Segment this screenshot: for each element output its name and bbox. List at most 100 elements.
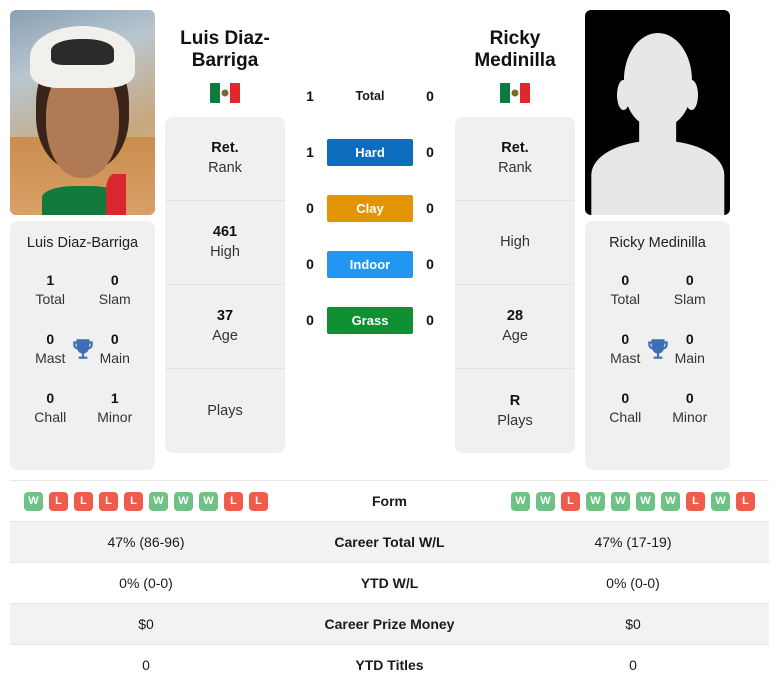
right-age-value: 28: [506, 308, 524, 325]
left-player-name-line2: Barriga: [191, 50, 259, 72]
surface-right-score-total: 0: [426, 88, 434, 104]
right-form-badge-win[interactable]: W: [711, 491, 730, 511]
right-form-badge-loss[interactable]: L: [736, 491, 755, 511]
left-stat-cell: $0: [138, 616, 154, 632]
left-form-badge-loss[interactable]: L: [124, 491, 143, 511]
left-player-titles-card: Luis Diaz-Barriga 1 Total 0 Slam 0 Mast …: [10, 221, 155, 470]
left-form-badge-loss[interactable]: L: [249, 491, 268, 511]
left-titles-slam: 0 Slam: [83, 271, 148, 308]
flag-emblem: [221, 89, 229, 97]
trophy-icon: [645, 336, 671, 362]
left-form-badge-loss[interactable]: L: [99, 491, 118, 511]
left-form-badge-win[interactable]: W: [149, 491, 168, 511]
right-titles-slam-label: Slam: [673, 290, 706, 307]
right-form-badge-win[interactable]: W: [661, 491, 680, 511]
left-high-label: High: [210, 244, 240, 261]
left-titles-total: 1 Total: [18, 271, 83, 308]
table-row: W L L L L W W W L L Form W W L W W W W L W L: [10, 480, 769, 522]
left-player-card-name: Luis Diaz-Barriga: [26, 235, 139, 251]
right-player-photo[interactable]: [585, 10, 730, 215]
surface-row-indoor: 0 Indoor 0: [285, 236, 455, 292]
right-plays-row: R Plays: [455, 369, 575, 453]
left-form-badge-loss[interactable]: L: [74, 491, 93, 511]
right-titles-chall-value: 0: [621, 390, 630, 407]
surface-badge-indoor[interactable]: Indoor: [327, 250, 413, 278]
left-plays-label: Plays: [207, 402, 243, 419]
mexico-flag-icon: [500, 82, 530, 103]
left-titles-minor-value: 1: [110, 390, 119, 407]
left-player-photo[interactable]: [10, 10, 155, 215]
surface-left-score-total: 1: [306, 88, 314, 104]
surface-left-score-grass: 0: [306, 312, 314, 328]
surface-right-score-hard: 0: [426, 144, 434, 160]
left-titles-total-label: Total: [35, 290, 66, 307]
left-stat-cell: 0: [142, 657, 150, 674]
left-form-badge-win[interactable]: W: [174, 491, 193, 511]
right-titles-chall: 0 Chall: [593, 389, 658, 426]
right-high-label: High: [500, 234, 530, 251]
left-form-badge-win[interactable]: W: [24, 491, 43, 511]
left-player-info-column: Luis Diaz- Barriga Ret. Rank 461 High 37…: [165, 10, 285, 453]
left-form-strip: WLLLLWWWLL: [16, 491, 276, 511]
left-titles-chall-value: 0: [46, 390, 55, 407]
left-titles-chall: 0 Chall: [18, 389, 83, 426]
left-high-row: 461 High: [165, 201, 285, 285]
right-player-card-name: Ricky Medinilla: [609, 235, 706, 251]
right-titles-chall-label: Chall: [609, 409, 642, 426]
flag-emblem: [511, 89, 519, 97]
table-row: 47% (86-96) Career Total W/L 47% (17-19): [10, 521, 769, 563]
right-titles-total-label: Total: [610, 290, 641, 307]
right-rank-row: Ret. Rank: [455, 117, 575, 201]
mexico-flag-icon: [210, 82, 240, 103]
stats-table-body: W L L L L W W W L L Form W W L W W W W L W L 47% (86-96) Caree…: [10, 480, 769, 686]
right-player-name: Ricky Medinilla: [455, 10, 575, 73]
left-rank-value: Ret.: [211, 140, 239, 157]
surface-row-hard: 1 Hard 0: [285, 124, 455, 180]
right-titles-minor: 0 Minor: [658, 389, 723, 426]
surface-badge-clay[interactable]: Clay: [327, 194, 413, 222]
stat-label-cell: Career Total W/L: [334, 534, 445, 550]
left-plays-row: Plays: [165, 369, 285, 453]
left-form-badge-loss[interactable]: L: [224, 491, 243, 511]
right-titles-total-value: 0: [621, 272, 630, 288]
surface-badge-hard[interactable]: Hard: [327, 138, 413, 166]
surface-badge-total[interactable]: Total: [327, 83, 413, 109]
right-stat-cell: 47% (17-19): [594, 534, 672, 550]
left-form-badge-win[interactable]: W: [199, 491, 218, 511]
surface-comparison-column: 1 Total 0 1 Hard 0 0 Clay 0 0 Indoor 0 0 Grass 0: [285, 10, 455, 348]
right-player-name-line1: Ricky: [489, 28, 541, 49]
stat-label-cell: YTD Titles: [355, 657, 424, 674]
right-player-name-line2: Medinilla: [474, 50, 556, 72]
right-stat-cell: WWLWWWWLWL: [497, 481, 769, 522]
surface-left-score-indoor: 0: [306, 256, 314, 272]
right-rank-value: Ret.: [501, 140, 529, 157]
right-form-badge-win[interactable]: W: [536, 491, 555, 511]
right-form-badge-win[interactable]: W: [611, 491, 630, 511]
flag-green-band: [210, 82, 220, 103]
right-rank-label: Rank: [498, 160, 532, 177]
left-age-value: 37: [216, 308, 234, 325]
right-form-badge-win[interactable]: W: [586, 491, 605, 511]
surface-row-grass: 0 Grass 0: [285, 292, 455, 348]
left-form-badge-loss[interactable]: L: [49, 491, 68, 511]
surface-badge-grass[interactable]: Grass: [327, 306, 413, 334]
player-comparison-header: Luis Diaz-Barriga 1 Total 0 Slam 0 Mast …: [0, 0, 779, 480]
right-plays-value: R: [509, 392, 521, 409]
left-titles-slam-value: 0: [110, 272, 119, 288]
right-player-info-column: Ricky Medinilla Ret. Rank High 28 Age R: [455, 10, 575, 453]
right-form-badge-loss[interactable]: L: [686, 491, 705, 511]
left-titles-grid: 1 Total 0 Slam 0 Mast 0 Main 0 Chall 1 M…: [18, 271, 147, 426]
left-player-photo-column: Luis Diaz-Barriga 1 Total 0 Slam 0 Mast …: [0, 10, 165, 470]
right-form-badge-loss[interactable]: L: [561, 491, 580, 511]
left-player-info-card: Ret. Rank 461 High 37 Age Plays: [165, 116, 285, 453]
right-titles-slam-value: 0: [685, 272, 694, 288]
flag-green-band: [500, 82, 510, 103]
silhouette-body: [590, 141, 725, 215]
left-high-value: 461: [212, 224, 238, 241]
right-form-badge-win[interactable]: W: [511, 491, 530, 511]
surface-left-score-clay: 0: [306, 200, 314, 216]
left-titles-minor-label: Minor: [97, 409, 133, 426]
right-form-badge-win[interactable]: W: [636, 491, 655, 511]
right-player-photo-column: Ricky Medinilla 0 Total 0 Slam 0 Mast 0 …: [575, 10, 740, 470]
photo-shirt-trim: [105, 174, 126, 215]
